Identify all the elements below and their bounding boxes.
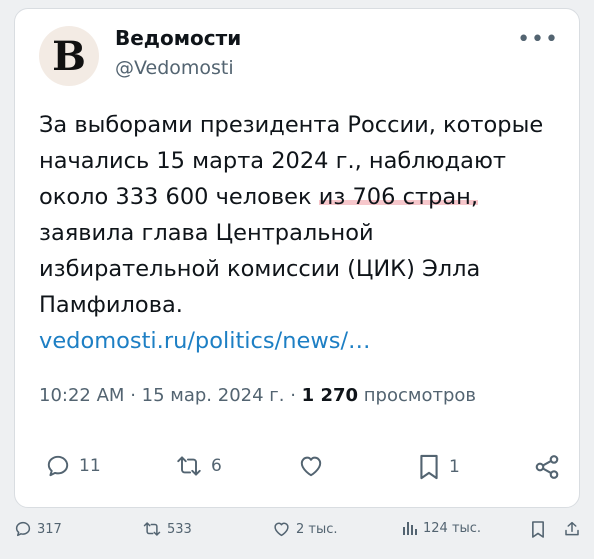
bookmark-icon: [420, 454, 438, 480]
share-button[interactable]: [533, 453, 561, 481]
article-link[interactable]: vedomosti.ru/politics/news/…: [39, 323, 559, 359]
footer-reply-button[interactable]: 317: [14, 520, 62, 538]
reply-count: 11: [79, 456, 101, 476]
upload-icon: [565, 521, 579, 536]
bar-chart-icon: [403, 522, 417, 535]
tweet-text-line: около 333 600 человек из 706 стран,: [39, 179, 559, 215]
reply-button[interactable]: 11: [45, 453, 101, 479]
like-button[interactable]: [297, 453, 333, 479]
avatar[interactable]: B: [39, 26, 99, 86]
reply-icon: [47, 455, 69, 477]
footer-views-count: 124 тыс.: [423, 520, 482, 536]
footer-views-button[interactable]: 124 тыс.: [402, 520, 481, 536]
bookmark-count: 1: [449, 457, 460, 477]
footer-bookmark-button[interactable]: [530, 520, 546, 539]
meta-separator: ·: [130, 385, 142, 406]
bookmark-icon: [532, 521, 544, 538]
footer-like-button[interactable]: 2 тыс.: [272, 520, 338, 538]
tweet-meta: 10:22 AM · 15 мар. 2024 г. · 1 270 просм…: [39, 385, 476, 406]
tweet-text-segment: около 333 600 человек: [39, 184, 319, 210]
heart-icon: [274, 522, 289, 537]
display-name[interactable]: Ведомости: [115, 26, 241, 50]
outer-footer-bar: 317 533 2 тыс. 124 тыс.: [0, 520, 594, 550]
retweet-button[interactable]: 6: [175, 453, 222, 479]
user-handle[interactable]: @Vedomosti: [115, 57, 234, 79]
footer-retweet-count: 533: [167, 521, 192, 537]
bookmark-button[interactable]: 1: [417, 453, 460, 481]
views-count: 1 270: [301, 385, 359, 406]
heart-icon: [300, 456, 322, 477]
highlighted-text: из 706 стран,: [318, 184, 478, 210]
meta-separator: ·: [290, 385, 302, 406]
tweet-text-line: заявила глава Центральной: [39, 220, 374, 246]
retweet-icon: [177, 456, 201, 476]
tweet-text-line: избирательной комиссии (ЦИК) Элла: [39, 256, 481, 282]
tweet-text-line: За выборами президента России, которые: [39, 112, 544, 138]
tweet-actions: 11 6 1: [45, 453, 565, 487]
more-options-icon[interactable]: •••: [517, 27, 559, 52]
tweet-date[interactable]: 15 мар. 2024 г.: [142, 385, 285, 406]
tweet-text-line: Памфилова.: [39, 292, 183, 318]
tweet-text: За выборами президента России, которые н…: [39, 107, 559, 359]
footer-reply-count: 317: [37, 521, 62, 537]
tweet-text-line: начались 15 марта 2024 г., наблюдают: [39, 148, 507, 174]
reply-icon: [15, 521, 31, 537]
footer-retweet-button[interactable]: 533: [142, 520, 192, 538]
retweet-icon: [143, 522, 161, 536]
footer-like-count: 2 тыс.: [296, 521, 338, 537]
share-icon: [535, 455, 559, 479]
retweet-count: 6: [211, 456, 222, 476]
footer-share-button[interactable]: [563, 520, 581, 538]
tweet-card: B Ведомости @Vedomosti ••• За выборами п…: [14, 8, 580, 508]
views-label: просмотров: [363, 385, 476, 406]
tweet-time[interactable]: 10:22 AM: [39, 385, 124, 406]
